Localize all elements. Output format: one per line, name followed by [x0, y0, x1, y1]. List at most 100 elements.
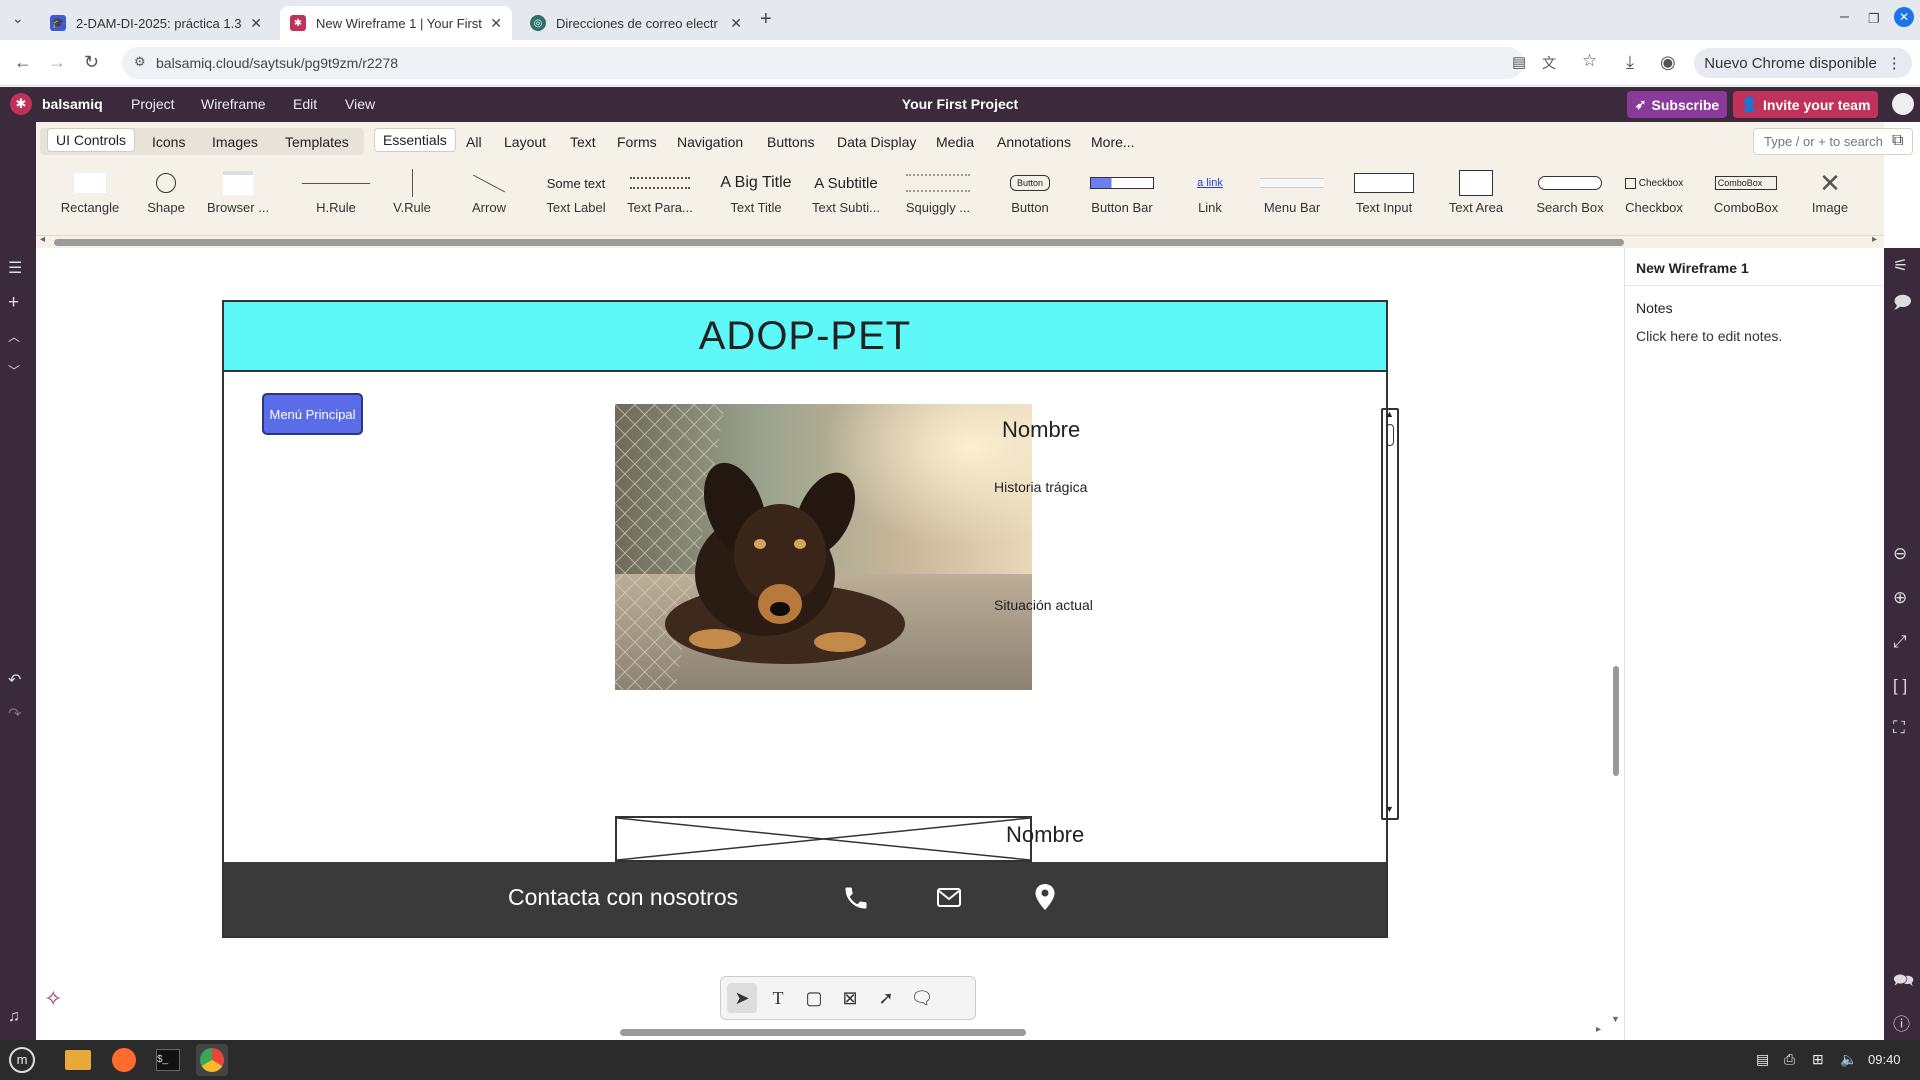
translate-icon[interactable]: 文 [1542, 53, 1556, 73]
phone-icon[interactable] [842, 884, 870, 912]
components-library-icon[interactable]: ⧉ [1892, 132, 1903, 150]
library-scrollbar-thumb[interactable] [54, 239, 1624, 246]
menu-view[interactable]: View [345, 96, 375, 112]
browser-tab-correo[interactable]: ◎ Direcciones de correo electr ✕ [520, 6, 752, 40]
contact-us-text[interactable]: Contacta con nosotros [508, 884, 738, 911]
component-button-bar[interactable]: Button Bar [1072, 166, 1172, 215]
tab-all[interactable]: All [466, 134, 482, 150]
arrow-tool-icon[interactable]: ➚ [871, 983, 901, 1013]
component-checkbox[interactable]: Checkbox Checkbox [1604, 166, 1704, 215]
tab-icons[interactable]: Icons [152, 134, 185, 150]
rectangle-tool-icon[interactable]: ▢ [799, 983, 829, 1013]
clipboard-tray-icon[interactable]: ▤ [1756, 1051, 1769, 1068]
library-search-input[interactable] [1753, 128, 1913, 155]
next-wireframe-icon[interactable]: ﹀ [8, 362, 20, 379]
zoom-in-icon[interactable]: ⊕ [1893, 588, 1907, 608]
canvas-scroll-right-icon[interactable]: ▸ [1596, 1024, 1601, 1035]
feedback-icon[interactable]: 🗪 [1893, 968, 1914, 997]
scroll-down-icon[interactable]: ▼ [1385, 804, 1394, 814]
zoom-out-icon[interactable]: ⊖ [1893, 544, 1907, 564]
component-menu-bar[interactable]: Menu Bar [1242, 166, 1342, 215]
pet-name-label[interactable]: Nombre [1002, 417, 1080, 443]
tab-annotations[interactable]: Annotations [997, 134, 1071, 150]
tab-images[interactable]: Images [212, 134, 258, 150]
menu-wireframe[interactable]: Wireframe [201, 96, 266, 112]
text-tool-icon[interactable]: T [763, 983, 793, 1013]
wireframe-page[interactable]: ADOP-PET Menú Principal Nombre Historia … [222, 300, 1399, 938]
tab-layout[interactable]: Layout [504, 134, 546, 150]
canvas-vertical-scrollbar[interactable]: ▼ [1610, 258, 1622, 1028]
page-footer[interactable]: Contacta con nosotros [224, 862, 1386, 936]
previous-wireframe-icon[interactable]: ︿ [8, 328, 20, 345]
component-text-subtitle[interactable]: A Subtitle Text Subti... [796, 166, 896, 216]
bookmark-star-icon[interactable]: ☆ [1582, 51, 1597, 71]
back-icon[interactable]: ← [14, 52, 32, 73]
tab-more[interactable]: More... [1091, 134, 1135, 150]
component-text-paragraph[interactable]: Text Para... [610, 166, 710, 215]
restore-icon[interactable]: ❐ [1868, 11, 1880, 27]
browser-tab-wireframe[interactable]: ✱ New Wireframe 1 | Your First ✕ [280, 6, 512, 40]
component-browser[interactable]: Browser ... [188, 166, 288, 215]
chrome-update-button[interactable]: Nuevo Chrome disponible ⋮ [1694, 48, 1912, 78]
component-text-input[interactable]: Text Input [1334, 166, 1434, 215]
volume-tray-icon[interactable]: 🔈 [1840, 1051, 1857, 1068]
scroll-left-icon[interactable]: ◂ [40, 234, 45, 245]
tab-navigation[interactable]: Navigation [677, 134, 743, 150]
comment-tool-icon[interactable]: 🗨 [907, 983, 937, 1013]
forward-icon[interactable]: → [48, 52, 66, 73]
ai-sparkle-icon[interactable]: ✧ [44, 986, 62, 1012]
pet-name-label-2[interactable]: Nombre [1006, 822, 1084, 848]
component-text-area[interactable]: Text Area [1426, 166, 1526, 215]
component-image[interactable]: ✕ Image [1780, 166, 1880, 215]
close-window-icon[interactable]: ✕ [1894, 7, 1914, 27]
main-menu-button[interactable]: Menú Principal [262, 393, 363, 435]
help-icon[interactable]: ⓘ [1893, 1010, 1910, 1035]
avatar[interactable] [1892, 93, 1914, 115]
wireframe-canvas[interactable]: ADOP-PET Menú Principal Nombre Historia … [36, 248, 1624, 1040]
dog-photo[interactable] [615, 404, 1032, 690]
more-menu-icon[interactable]: ⋮ [1887, 54, 1902, 72]
component-squiggly[interactable]: Squiggly ... [888, 166, 988, 215]
notes-field[interactable]: Click here to edit notes. [1636, 328, 1782, 344]
tab-data-display[interactable]: Data Display [837, 134, 916, 150]
canvas-scroll-down-icon[interactable]: ▼ [1611, 1014, 1620, 1024]
close-tab-icon[interactable]: ✕ [250, 15, 262, 32]
location-pin-icon[interactable] [1034, 883, 1056, 911]
network-tray-icon[interactable]: ⊞ [1812, 1051, 1824, 1068]
undo-icon[interactable]: ↶ [8, 670, 21, 690]
scroll-right-icon[interactable]: ▸ [1872, 234, 1877, 245]
scroll-up-icon[interactable]: ▲ [1385, 409, 1394, 419]
reader-mode-icon[interactable]: ▤ [1512, 53, 1526, 71]
clock[interactable]: 09:40 [1868, 1052, 1901, 1067]
new-tab-icon[interactable]: + [760, 8, 772, 31]
profile-icon[interactable]: ◉ [1660, 52, 1676, 73]
chrome-icon[interactable] [196, 1044, 228, 1076]
component-button[interactable]: Button Button [980, 166, 1080, 215]
component-arrow[interactable]: Arrow [439, 166, 539, 215]
tab-essentials[interactable]: Essentials [375, 129, 455, 151]
tab-search-icon[interactable]: ⌄ [12, 10, 24, 27]
image-placeholder[interactable] [615, 816, 1032, 862]
comments-icon[interactable]: 🗩 [1893, 290, 1912, 319]
add-wireframe-icon[interactable]: + [8, 292, 19, 314]
library-scrollbar[interactable]: ◂ ▸ [36, 234, 1884, 248]
printer-tray-icon[interactable]: ⎙ [1784, 1051, 1795, 1068]
page-header[interactable]: ADOP-PET [224, 302, 1386, 372]
downloads-icon[interactable]: ⤓ [1626, 52, 1634, 73]
menu-edit[interactable]: Edit [293, 96, 317, 112]
invite-team-button[interactable]: 👤 Invite your team [1733, 91, 1878, 118]
page-title[interactable]: ADOP-PET [699, 314, 911, 359]
tab-ui-controls[interactable]: UI Controls [48, 129, 135, 151]
email-icon[interactable] [936, 886, 962, 910]
canvas-horizontal-thumb[interactable] [620, 1029, 1026, 1036]
tab-buttons[interactable]: Buttons [767, 134, 814, 150]
wireframes-list-icon[interactable]: ☰ [8, 258, 22, 278]
content-scroll-thumb[interactable] [1386, 424, 1394, 446]
image-tool-icon[interactable]: ⊠ [835, 983, 865, 1013]
browser-tab-practica[interactable]: 🎓 2-DAM-DI-2025: práctica 1.3 ✕ [40, 6, 272, 40]
terminal-icon[interactable]: $_ [152, 1044, 184, 1076]
menu-project[interactable]: Project [131, 96, 175, 112]
fit-screen-icon[interactable]: ⛶ [1893, 718, 1905, 738]
component-text-title[interactable]: A Big Title Text Title [706, 166, 806, 215]
minimize-icon[interactable]: – [1840, 8, 1849, 26]
